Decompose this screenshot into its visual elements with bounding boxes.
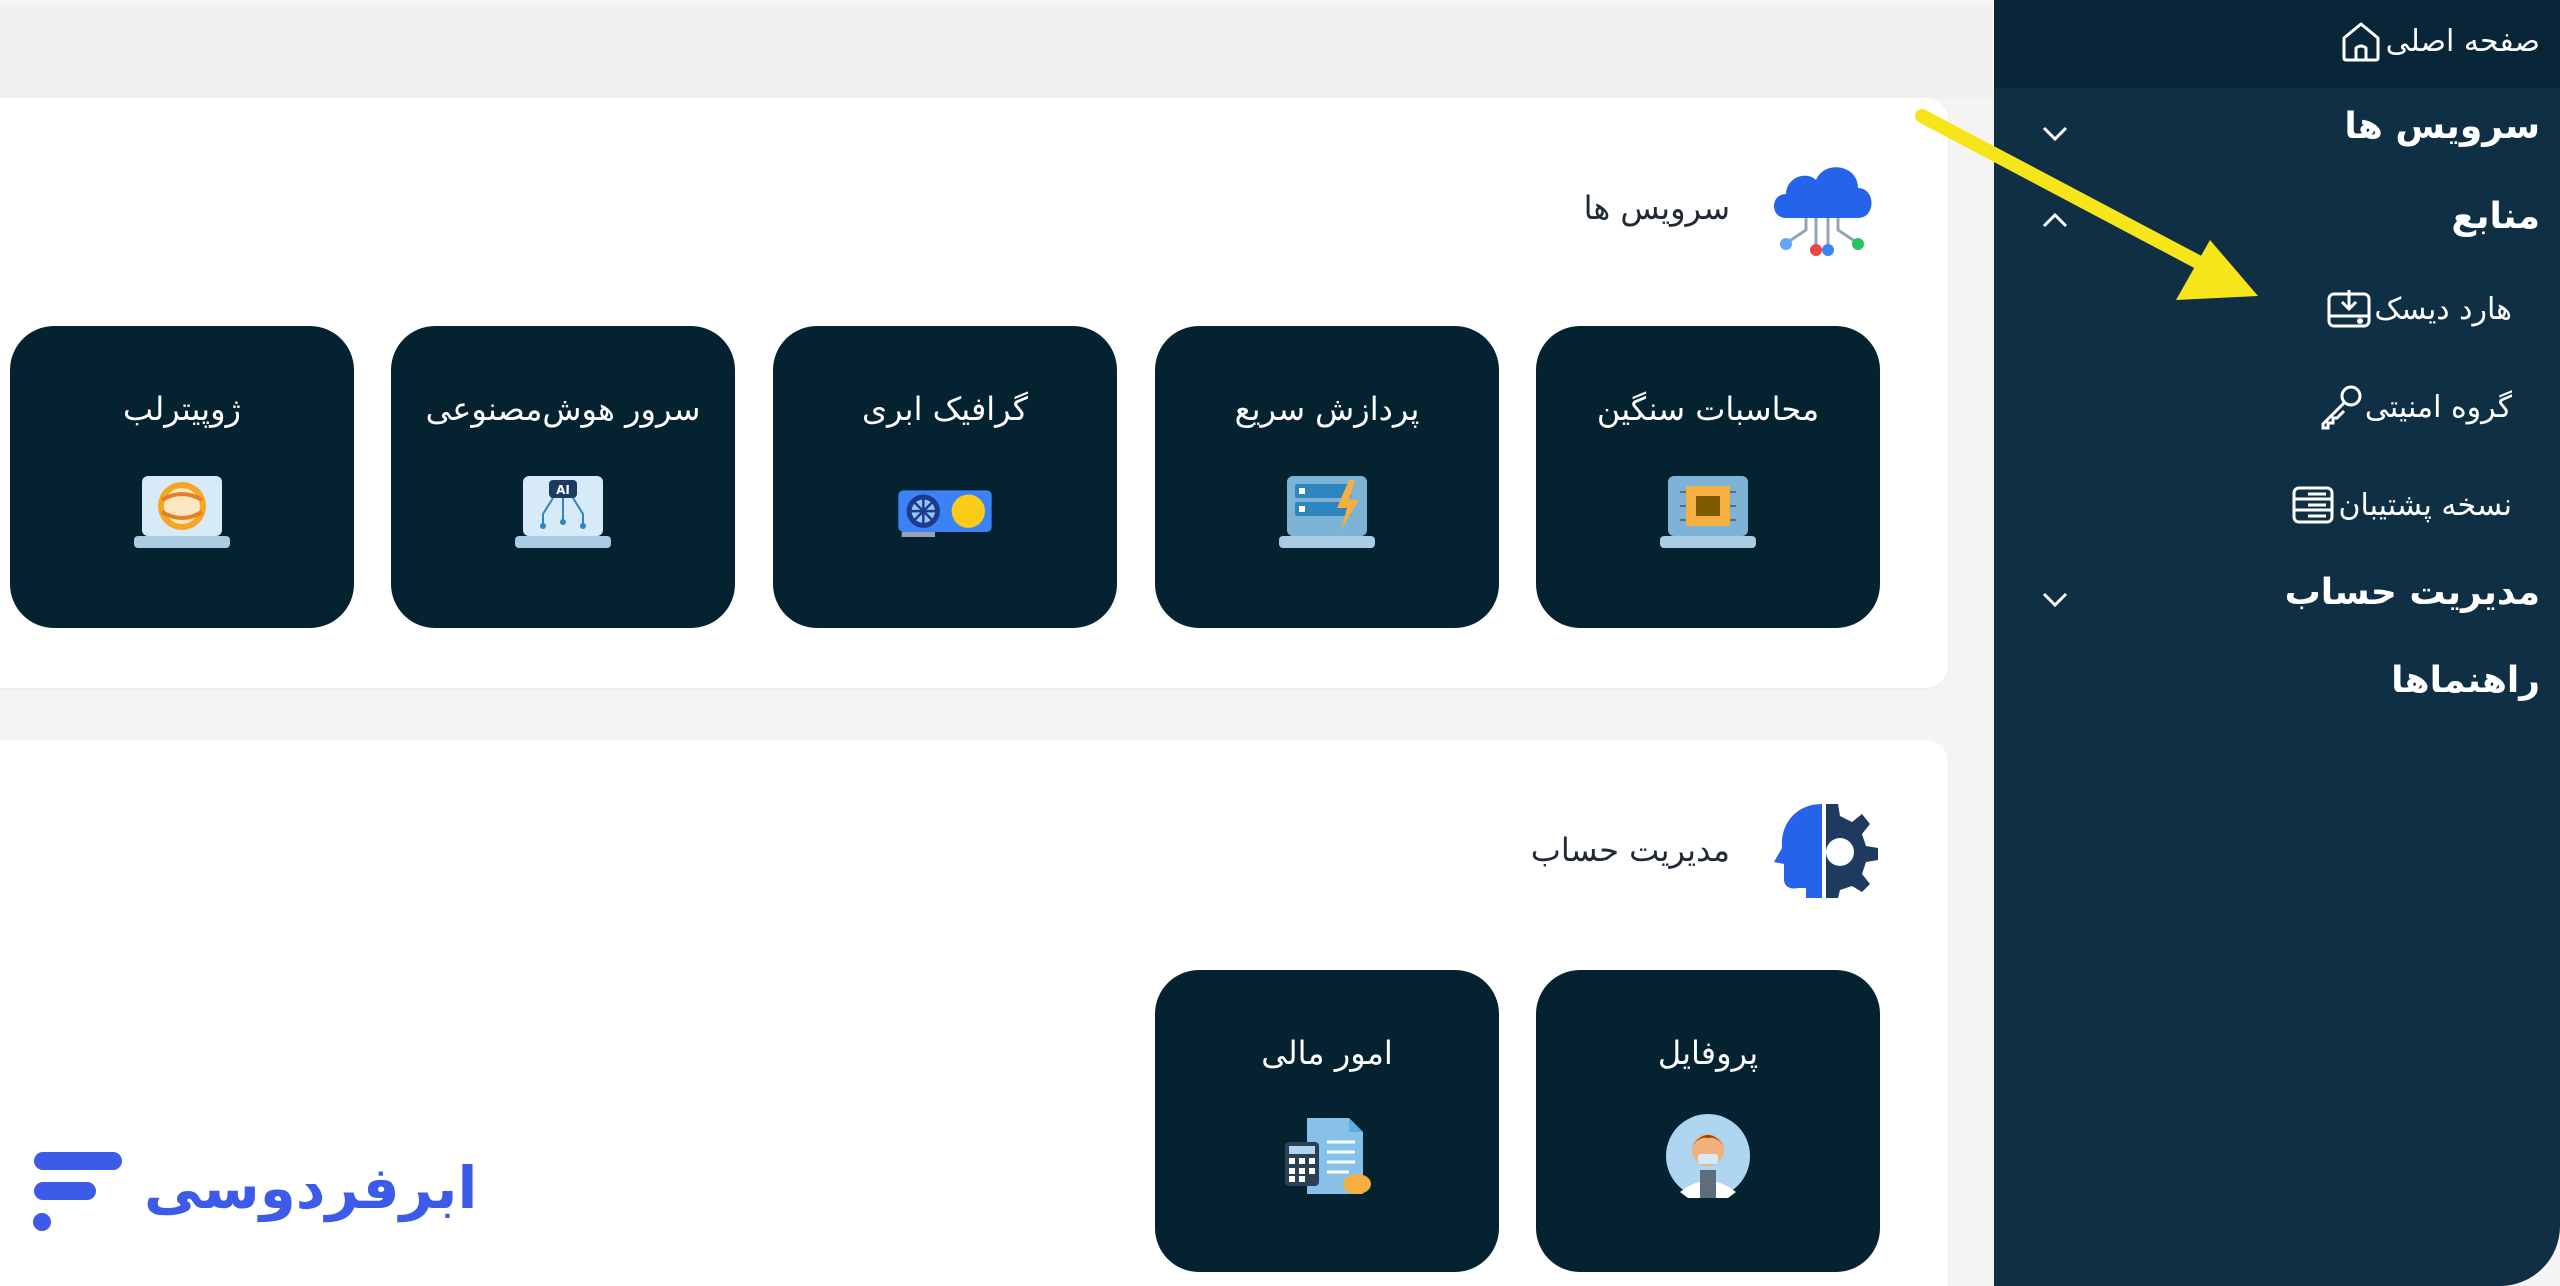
service-card-heavy-compute[interactable]: محاسبات سنگین <box>1536 326 1880 628</box>
hard-disk-icon <box>2324 284 2374 334</box>
account-card-finance[interactable]: امور مالی <box>1155 970 1499 1272</box>
sidebar-item-label: نسخه پشتیبان <box>2338 487 2512 523</box>
top-bar <box>0 6 1992 98</box>
brand-logo: ابرفردوسی <box>30 1140 477 1236</box>
brand-mark-icon <box>33 1152 122 1231</box>
sidebar: صفحه اصلی سرویس ها منابع هارد دیسک گروه … <box>1994 0 2560 1286</box>
svg-text:AI: AI <box>556 483 570 497</box>
invoice-calculator-icon <box>1277 1114 1377 1198</box>
service-card-jupyterlab[interactable]: ژوپیترلب <box>10 326 354 628</box>
key-icon <box>2315 382 2365 432</box>
sidebar-item-label: گروه امنیتی <box>2364 389 2512 425</box>
sidebar-group-services[interactable]: سرویس ها <box>2344 106 2540 147</box>
sidebar-group-resources[interactable]: منابع <box>2451 196 2540 237</box>
sidebar-item-guides[interactable]: راهنماها <box>2391 660 2540 701</box>
service-card-ai-server[interactable]: سرور هوش‌مصنوعی AI <box>391 326 735 628</box>
jupyter-laptop-icon <box>132 470 232 554</box>
brand-name: ابرفردوسی <box>144 1154 478 1222</box>
fast-server-icon <box>1277 470 1377 554</box>
sidebar-item-hard-disk[interactable]: هارد دیسک <box>2294 284 2512 334</box>
ai-laptop-icon: AI <box>513 470 613 554</box>
account-section-title: مدیریت حساب <box>1530 831 1730 869</box>
sidebar-item-label: هارد دیسک <box>2374 291 2512 327</box>
home-icon <box>2336 16 2386 66</box>
services-panel: سرویس ها محاسبات سنگین پردازش سریع گرافی… <box>0 98 1948 688</box>
sidebar-item-security-group[interactable]: گروه امنیتی <box>2285 382 2512 432</box>
sidebar-group-label: راهنماها <box>2391 660 2540 701</box>
cloud-network-icon <box>1774 167 1872 256</box>
service-card-fast-processing[interactable]: پردازش سریع <box>1155 326 1499 628</box>
head-gear-icon <box>1774 804 1878 898</box>
card-label: ژوپیترلب <box>123 390 241 428</box>
sidebar-item-backup[interactable]: نسخه پشتیبان <box>2258 480 2512 530</box>
chevron-up-icon[interactable] <box>2038 204 2072 238</box>
backup-server-icon <box>2288 480 2338 530</box>
sidebar-item-home[interactable]: صفحه اصلی <box>2306 16 2540 66</box>
services-section-title: سرویس ها <box>1583 189 1730 227</box>
account-card-profile[interactable]: پروفایل <box>1536 970 1880 1272</box>
sidebar-group-label: منابع <box>2451 196 2540 237</box>
services-section-header: سرویس ها <box>1584 156 1878 260</box>
chevron-down-icon[interactable] <box>2038 116 2072 150</box>
cpu-chip-icon <box>1658 470 1758 554</box>
card-label: پردازش سریع <box>1234 390 1420 428</box>
card-label: امور مالی <box>1261 1034 1393 1072</box>
chevron-down-icon[interactable] <box>2038 582 2072 616</box>
card-label: سرور هوش‌مصنوعی <box>425 390 701 428</box>
user-avatar-icon <box>1658 1114 1758 1198</box>
sidebar-group-account-management[interactable]: مدیریت حساب <box>2285 572 2540 613</box>
sidebar-group-label: سرویس ها <box>2344 106 2540 147</box>
service-card-cloud-graphics[interactable]: گرافیک ابری <box>773 326 1117 628</box>
card-label: محاسبات سنگین <box>1596 390 1820 428</box>
account-section-header: مدیریت حساب <box>1531 798 1878 902</box>
sidebar-item-label: صفحه اصلی <box>2385 23 2540 59</box>
card-label: گرافیک ابری <box>861 390 1029 428</box>
gpu-card-icon <box>895 470 995 554</box>
card-label: پروفایل <box>1657 1034 1759 1072</box>
sidebar-group-label: مدیریت حساب <box>2284 572 2540 613</box>
